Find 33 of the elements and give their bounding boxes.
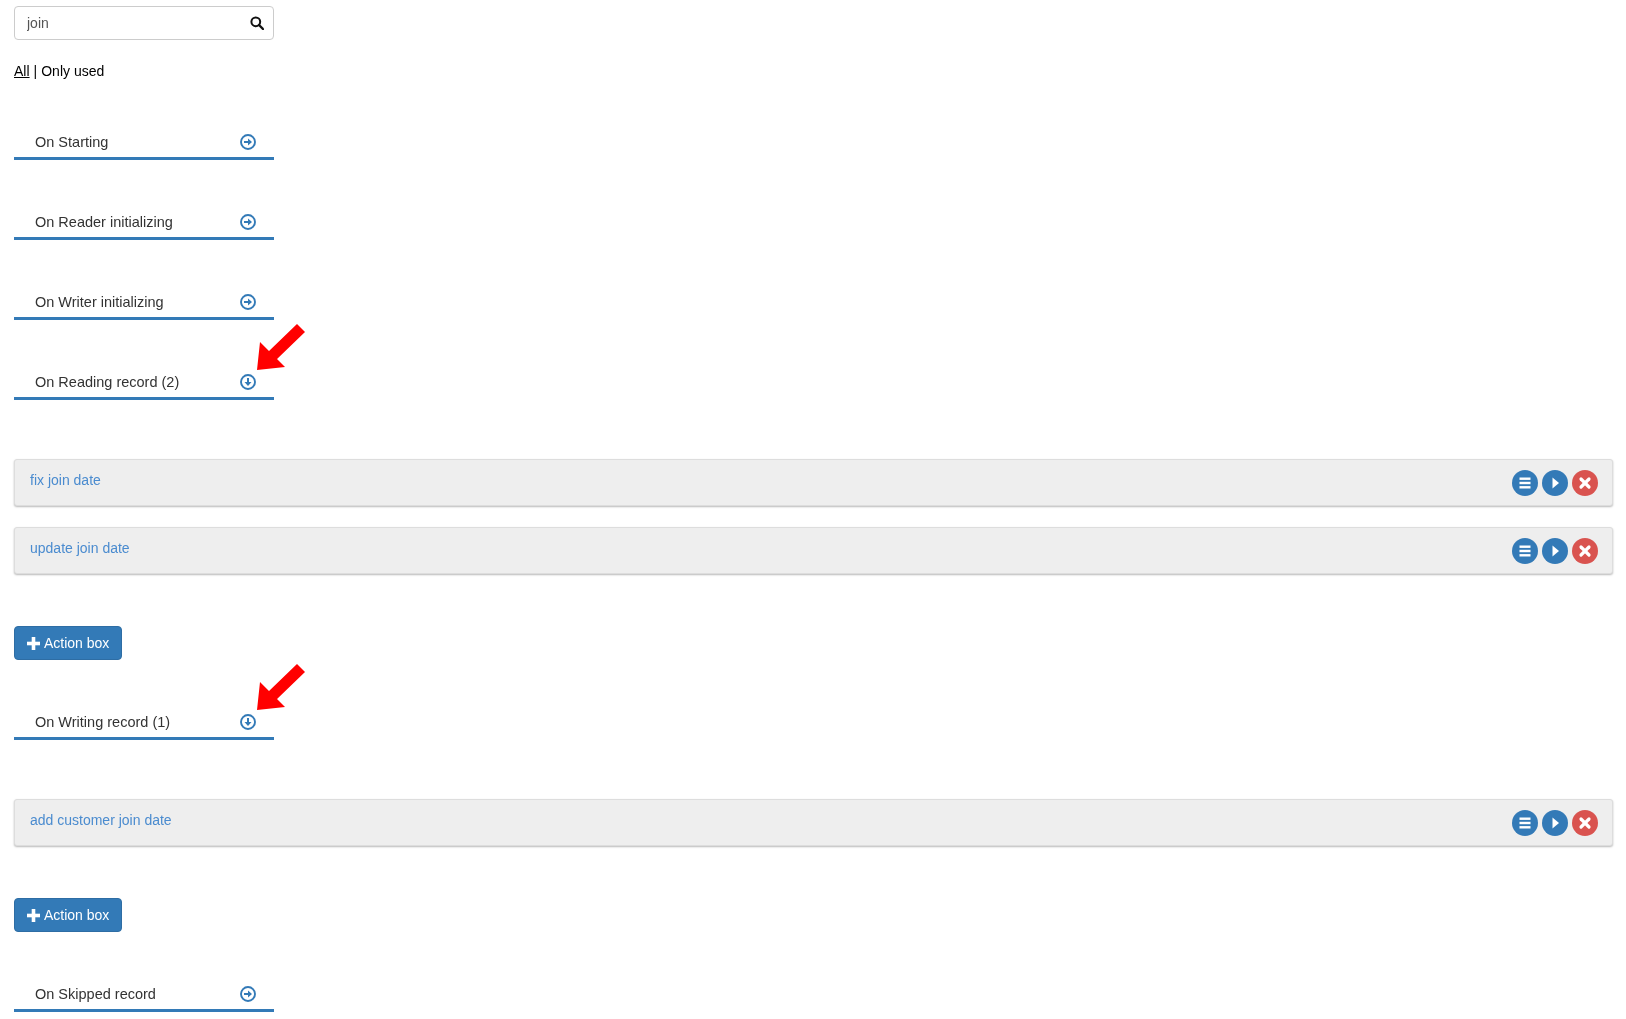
circle-arrow-right-icon[interactable] (240, 134, 256, 150)
list-icon[interactable] (1512, 537, 1538, 564)
play-icon[interactable] (1542, 809, 1568, 836)
add-action-button[interactable]: Action box (14, 898, 123, 932)
search-icon[interactable] (250, 16, 264, 30)
circle-arrow-down-icon[interactable] (240, 374, 256, 390)
action-link[interactable]: fix join date (30, 470, 101, 490)
filter-link[interactable]: All (14, 61, 30, 81)
circle-arrow-right-icon[interactable] (240, 294, 256, 310)
section-title: On Starting (35, 133, 109, 152)
section-title: On Writing record (1) (35, 713, 171, 732)
search-field[interactable]: join (14, 6, 274, 40)
circle-arrow-down-icon[interactable] (240, 714, 256, 730)
plus-icon (27, 636, 40, 650)
close-icon[interactable] (1572, 537, 1598, 564)
separator: | (33, 62, 38, 81)
list-icon[interactable] (1512, 469, 1538, 496)
section-title: On Reading record (2) (35, 373, 180, 392)
section-title: On Skipped record (35, 985, 156, 1004)
section-title: On Reader initializing (35, 213, 173, 232)
section-title: On Writer initializing (35, 293, 164, 312)
list-icon[interactable] (1512, 809, 1538, 836)
filter-link[interactable]: Only used (41, 61, 105, 81)
add-action-button[interactable]: Action box (14, 626, 123, 660)
play-icon[interactable] (1542, 537, 1568, 564)
action-link[interactable]: update join date (30, 538, 130, 558)
action-link[interactable]: add customer join date (30, 810, 172, 830)
plus-icon (27, 908, 40, 922)
circle-arrow-right-icon[interactable] (240, 986, 256, 1002)
play-icon[interactable] (1542, 469, 1568, 496)
close-icon[interactable] (1572, 809, 1598, 836)
close-icon[interactable] (1572, 469, 1598, 496)
circle-arrow-right-icon[interactable] (240, 214, 256, 230)
